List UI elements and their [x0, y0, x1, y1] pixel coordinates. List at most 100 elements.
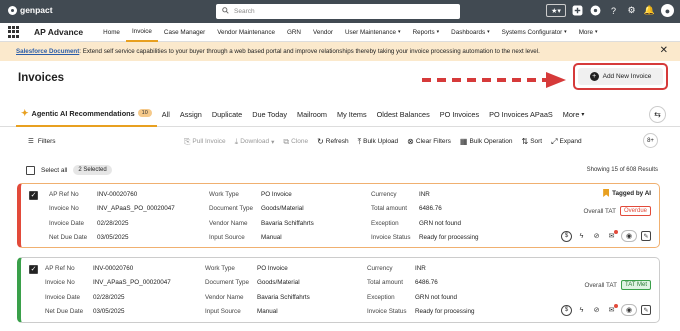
lightning-icon[interactable]: ϟ — [576, 305, 587, 316]
chevron-down-icon: ▾ — [487, 29, 490, 35]
tab-duplicate[interactable]: Duplicate — [207, 102, 247, 127]
nav-item-home[interactable]: Home — [97, 23, 126, 42]
add-new-invoice-button[interactable]: + Add New Invoice — [578, 68, 663, 85]
nav-item-grn[interactable]: GRN — [281, 23, 307, 42]
upload-icon: ⤒ — [357, 136, 362, 146]
bulk-upload-button[interactable]: ⤒ Bulk Upload — [358, 137, 399, 147]
nav-item-reports[interactable]: Reports ▾ — [407, 23, 446, 42]
selected-count-badge: 2 Selected — [73, 165, 112, 175]
notifications-icon[interactable]: 🔔 — [643, 4, 656, 17]
field-label: Invoice Status — [367, 308, 407, 315]
filters-button[interactable]: ☰ Filters — [28, 137, 56, 146]
tab-po-invoices-apaas[interactable]: PO Invoices APaaS — [484, 102, 558, 127]
currency-value: INR — [415, 265, 426, 272]
attachment-icon[interactable]: ⊘ — [591, 231, 602, 242]
app-launcher-icon[interactable] — [589, 4, 602, 17]
field-label: Exception — [367, 294, 395, 301]
edit-icon[interactable]: ✎ — [641, 231, 651, 241]
field-label: Document Type — [209, 205, 253, 212]
clone-button[interactable]: ⧉ Clone — [283, 137, 308, 147]
nav-item-user-maintenance[interactable]: User Maintenance ▾ — [339, 23, 407, 42]
view-icon[interactable]: ◉ — [621, 304, 637, 316]
card-actions: $ ϟ ⊘ ✉ ◉ ✎ — [561, 303, 651, 316]
tab-assign[interactable]: Assign — [175, 102, 207, 127]
mail-icon[interactable]: ✉ — [606, 303, 618, 316]
expand-button[interactable]: ⤢ Expand — [551, 137, 581, 147]
app-grid-icon[interactable] — [8, 26, 20, 38]
pull-invoice-button[interactable]: ⎘ Pull Invoice — [184, 137, 226, 147]
invoice-status-value: Ready for processing — [419, 234, 479, 241]
tab-agentic-ai[interactable]: ✦ Agentic AI Recommendations 10 — [16, 102, 157, 127]
annotation-arrow-icon — [422, 72, 566, 88]
invoice-card[interactable]: ✓ AP Ref No INV-00020760 Invoice No INV_… — [17, 183, 660, 248]
filter-icon: ☰ — [28, 138, 34, 145]
tab-more[interactable]: More ▾ — [558, 102, 590, 127]
brand-name: genpact — [20, 5, 53, 15]
tab-mailroom[interactable]: Mailroom — [292, 102, 332, 127]
net-due-value: 03/05/2025 — [97, 234, 129, 241]
input-source-value: Manual — [261, 234, 282, 241]
download-button[interactable]: ⤓ Download ▾ — [235, 137, 275, 147]
dollar-icon[interactable]: $ — [561, 230, 572, 242]
input-source-value: Manual — [257, 308, 278, 315]
select-all-checkbox[interactable] — [26, 165, 35, 175]
edit-icon[interactable]: ✎ — [641, 305, 651, 315]
nav-item-more[interactable]: More ▾ — [573, 23, 604, 42]
attachment-icon[interactable]: ⊘ — [591, 305, 602, 316]
clear-filters-button[interactable]: ⊗ Clear Filters — [407, 137, 451, 146]
app-nav-bar: AP Advance Home Invoice Case Manager Ven… — [0, 23, 680, 42]
bulk-operation-button[interactable]: ▦ Bulk Operation — [460, 137, 513, 146]
refresh-button[interactable]: ↻ Refresh — [317, 137, 348, 146]
close-icon[interactable]: ✕ — [660, 45, 668, 56]
genpact-logo-icon — [8, 5, 17, 15]
add-new-invoice-label: Add New Invoice — [602, 73, 652, 80]
vendor-value: Bavaria Schiffahrts — [261, 220, 314, 227]
tab-due-today[interactable]: Due Today — [247, 102, 292, 127]
dollar-icon[interactable]: $ — [561, 304, 572, 316]
brand-logo[interactable]: genpact — [8, 5, 53, 15]
lightning-icon[interactable]: ϟ — [576, 231, 587, 242]
refresh-icon: ↻ — [317, 137, 324, 146]
tab-po-invoices[interactable]: PO Invoices — [435, 102, 484, 127]
invoice-checkbox[interactable]: ✓ — [29, 191, 38, 200]
field-label: Net Due Date — [45, 308, 84, 315]
tab-all[interactable]: All — [157, 102, 175, 127]
nav-item-systems-configurator[interactable]: Systems Configurator ▾ — [496, 23, 573, 42]
overall-tat: Overall TAT TAT Met — [584, 280, 651, 290]
more-actions-button[interactable]: 8+ — [643, 133, 658, 148]
field-label: AP Ref No — [45, 265, 75, 272]
field-label: Invoice No — [45, 279, 75, 286]
global-search-input[interactable]: Search — [216, 4, 460, 19]
invoice-card[interactable]: ✓ AP Ref No INV-00020760 Invoice No INV_… — [17, 257, 660, 323]
sparkle-icon: ✦ — [21, 107, 29, 118]
chevron-down-icon: ▾ — [595, 29, 598, 35]
invoice-tabs: ✦ Agentic AI Recommendations 10 All Assi… — [0, 102, 680, 127]
bulk-operation-icon: ▦ — [459, 137, 468, 146]
nav-item-vendor[interactable]: Vendor — [307, 23, 339, 42]
view-icon[interactable]: ◉ — [621, 230, 637, 242]
chevron-down-icon: ▾ — [564, 29, 567, 35]
settings-icon[interactable]: ⚙ — [625, 4, 638, 17]
tab-oldest-balances[interactable]: Oldest Balances — [372, 102, 435, 127]
mail-icon[interactable]: ✉ — [606, 229, 618, 242]
invoice-status-value: Ready for processing — [415, 308, 475, 315]
exception-value: GRN not found — [419, 220, 462, 227]
add-icon[interactable] — [571, 4, 584, 17]
nav-item-dashboards[interactable]: Dashboards ▾ — [445, 23, 495, 42]
doc-type-value: Goods/Material — [257, 279, 300, 286]
user-avatar-icon[interactable]: ● — [661, 4, 674, 17]
invoice-checkbox[interactable]: ✓ — [29, 265, 38, 274]
sort-button[interactable]: ⇅ Sort — [521, 137, 542, 146]
app-name: AP Advance — [34, 27, 84, 37]
tab-my-items[interactable]: My Items — [332, 102, 372, 127]
salesforce-document-link[interactable]: Salesforce Document — [16, 48, 79, 55]
tagged-by-ai-label: Tagged by AI — [603, 189, 651, 197]
nav-item-case-manager[interactable]: Case Manager — [158, 23, 211, 42]
bookmark-icon — [603, 189, 610, 197]
nav-item-invoice[interactable]: Invoice — [125, 23, 158, 42]
tab-settings-icon[interactable]: ⇆ — [649, 106, 666, 123]
favorites-star-icon[interactable]: ★▾ — [546, 4, 566, 17]
nav-item-vendor-maintenance[interactable]: Vendor Maintenance — [211, 23, 281, 42]
invoice-date-value: 02/28/2025 — [93, 294, 125, 301]
help-icon[interactable]: ? — [607, 4, 620, 17]
